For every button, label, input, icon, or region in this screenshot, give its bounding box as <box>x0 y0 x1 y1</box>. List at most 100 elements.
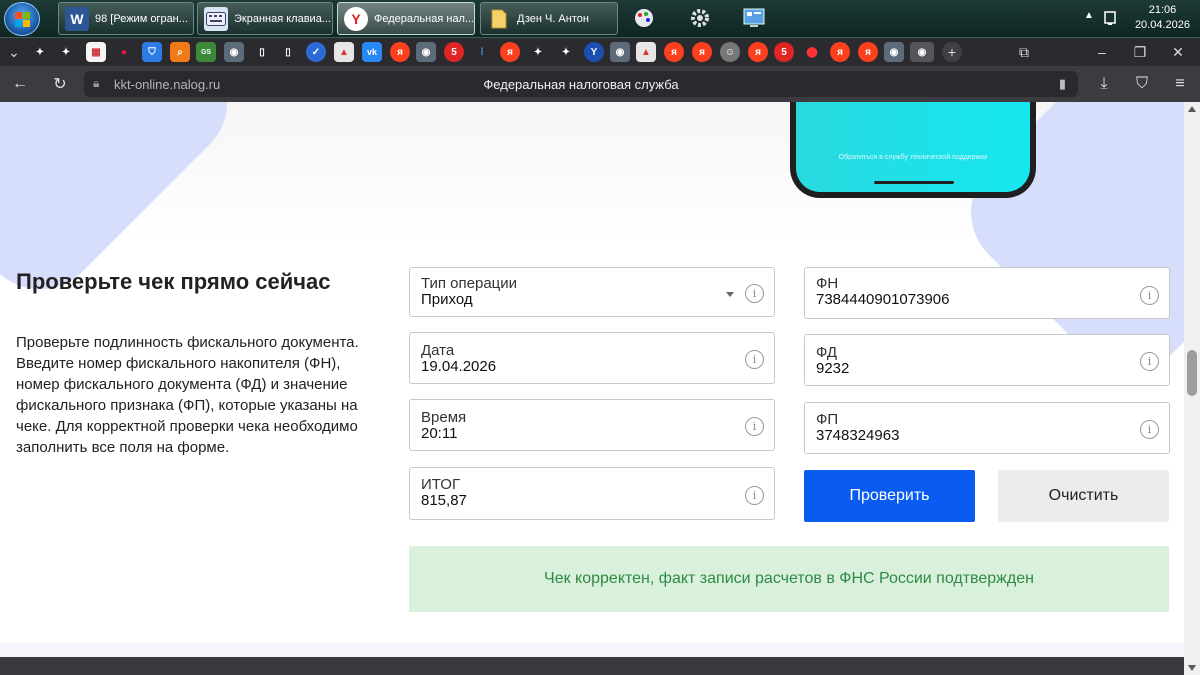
tab-pinned[interactable]: ▲ <box>636 42 656 62</box>
field-value: 20:11 <box>421 425 458 442</box>
tab-pinned[interactable]: ◉ <box>416 42 436 62</box>
section-description: Проверьте подлинность фискального докуме… <box>16 334 359 456</box>
tab-pinned[interactable]: ✦ <box>56 42 76 62</box>
tab-pinned[interactable]: ✦ <box>528 42 548 62</box>
reload-button[interactable]: ↻ <box>50 74 70 94</box>
tab-pinned[interactable]: ⛉ <box>142 42 162 62</box>
info-icon[interactable]: i <box>745 417 764 436</box>
scroll-up-arrow-icon[interactable] <box>1188 106 1196 112</box>
tab-pinned[interactable]: ▲ <box>334 42 354 62</box>
tab-pinned[interactable]: я <box>390 42 410 62</box>
info-icon[interactable]: i <box>745 284 764 303</box>
fp-field[interactable]: ФП 3748324963 i <box>804 402 1170 454</box>
tab-pinned[interactable]: я <box>748 42 768 62</box>
tab-pinned[interactable]: 5 <box>774 42 794 62</box>
field-value: Приход <box>421 291 473 308</box>
check-button[interactable]: Проверить <box>804 470 975 522</box>
taskbar-item-word[interactable]: W 98 [Режим огран... <box>58 2 194 35</box>
document-icon: ▯ <box>285 46 291 58</box>
footer-bar <box>0 657 1184 675</box>
control-panel-icon[interactable] <box>740 4 768 32</box>
clear-button[interactable]: Очистить <box>998 470 1169 522</box>
field-value: 815,87 <box>421 492 467 509</box>
tray-expand-icon[interactable]: ▲ <box>1084 10 1094 21</box>
plus-icon: + <box>947 44 957 60</box>
tab-pinned[interactable]: vk <box>362 42 382 62</box>
field-label: Время <box>421 409 467 426</box>
fns-icon: ◉ <box>229 46 239 58</box>
info-icon[interactable]: i <box>1140 420 1159 439</box>
info-icon[interactable]: i <box>745 486 764 505</box>
address-bar[interactable]: 🔒︎ kkt-online.nalog.ru Федеральная налог… <box>84 71 1078 97</box>
tab-pinned[interactable]: я <box>830 42 850 62</box>
tab-pinned[interactable]: я <box>692 42 712 62</box>
close-icon: ✕ <box>1172 43 1184 60</box>
restore-button[interactable]: ❐ <box>1130 42 1150 62</box>
start-button[interactable] <box>4 2 40 36</box>
tab-pinned[interactable]: ⌕ <box>170 42 190 62</box>
fns-icon: ◉ <box>917 46 927 58</box>
fn-field[interactable]: ФН 7384440901073906 i <box>804 267 1170 319</box>
page-viewport: Обратиться в службу технической поддержк… <box>0 102 1184 675</box>
tab-pinned[interactable]: ◉ <box>884 42 904 62</box>
tab-pinned[interactable]: ✦ <box>30 42 50 62</box>
keyboard-icon <box>204 6 228 31</box>
yandex-icon: я <box>755 46 761 58</box>
tab-pinned[interactable]: ▦ <box>86 42 106 62</box>
tab-pinned[interactable]: я <box>664 42 684 62</box>
paint-icon[interactable] <box>630 4 658 32</box>
dots-icon: ⁞ <box>480 46 484 58</box>
fns-icon: ◉ <box>889 46 899 58</box>
tab-pinned[interactable]: ◉ <box>224 42 244 62</box>
tab-pinned[interactable]: ☺ <box>720 42 740 62</box>
tab-pinned[interactable]: GS <box>196 42 216 62</box>
back-button[interactable]: ← <box>10 74 30 94</box>
date-field[interactable]: Дата 19.04.2026 i <box>409 332 775 384</box>
pdf-icon: ▲ <box>339 46 349 58</box>
minimize-button[interactable]: – <box>1092 42 1112 62</box>
tab-pinned[interactable]: ◉ <box>610 42 630 62</box>
tab-pinned[interactable]: я <box>858 42 878 62</box>
tray-device-icon[interactable] <box>1096 4 1124 32</box>
downloads-button[interactable]: ⤓ <box>1094 74 1114 94</box>
tab-pinned[interactable]: 5 <box>444 42 464 62</box>
tab-pinned[interactable]: Y <box>584 42 604 62</box>
tab-pinned[interactable]: ▯ <box>278 42 298 62</box>
close-button[interactable]: ✕ <box>1168 42 1188 62</box>
info-icon[interactable]: i <box>745 350 764 369</box>
tab-pinned[interactable]: ● <box>114 42 134 62</box>
tab-pinned[interactable]: ⁞ <box>472 42 492 62</box>
tab-pinned[interactable]: я <box>500 42 520 62</box>
scrollbar-thumb[interactable] <box>1187 350 1197 396</box>
taskbar-item-browser[interactable]: Y Федеральная нал... <box>337 2 475 35</box>
page-scrollbar[interactable] <box>1184 102 1200 675</box>
scroll-down-arrow-icon[interactable] <box>1188 665 1196 671</box>
new-tab-button[interactable]: + <box>942 42 962 62</box>
fns-icon: ◉ <box>615 46 625 58</box>
settings-gear-icon[interactable] <box>686 4 714 32</box>
tab-pinned[interactable]: ✓ <box>306 42 326 62</box>
bookmark-icon[interactable]: ▮ <box>1059 76 1066 92</box>
field-label: ФП <box>816 411 839 428</box>
info-icon[interactable]: i <box>1140 286 1159 305</box>
map-pin-icon: ⬤ <box>806 46 818 58</box>
total-field[interactable]: ИТОГ 815,87 i <box>409 467 775 520</box>
chevron-down-icon <box>726 292 734 297</box>
system-clock[interactable]: 21:06 20.04.2026 <box>1135 3 1190 33</box>
restore-icon: ❐ <box>1133 43 1147 60</box>
yandex-browser-icon: Y <box>344 6 368 31</box>
tab-pinned[interactable]: ✦ <box>556 42 576 62</box>
tabs-overview-icon[interactable]: ⧉ <box>1014 42 1034 62</box>
info-icon[interactable]: i <box>1140 352 1159 371</box>
operation-type-select[interactable]: Тип операции Приход i <box>409 267 775 317</box>
taskbar-item-keyboard[interactable]: Экранная клавиа... <box>197 2 333 35</box>
time-field[interactable]: Время 20:11 i <box>409 399 775 451</box>
tab-active-fns[interactable]: ◉ <box>910 42 934 62</box>
protect-button[interactable]: ⛉ <box>1132 74 1152 94</box>
tab-list-icon[interactable]: ⌄ <box>4 42 24 62</box>
menu-button[interactable]: ≡ <box>1170 74 1190 94</box>
fd-field[interactable]: ФД 9232 i <box>804 334 1170 386</box>
tab-pinned[interactable]: ⬤ <box>802 42 822 62</box>
taskbar-item-folder[interactable]: Дзен Ч. Антон <box>480 2 618 35</box>
tab-pinned[interactable]: ▯ <box>252 42 272 62</box>
